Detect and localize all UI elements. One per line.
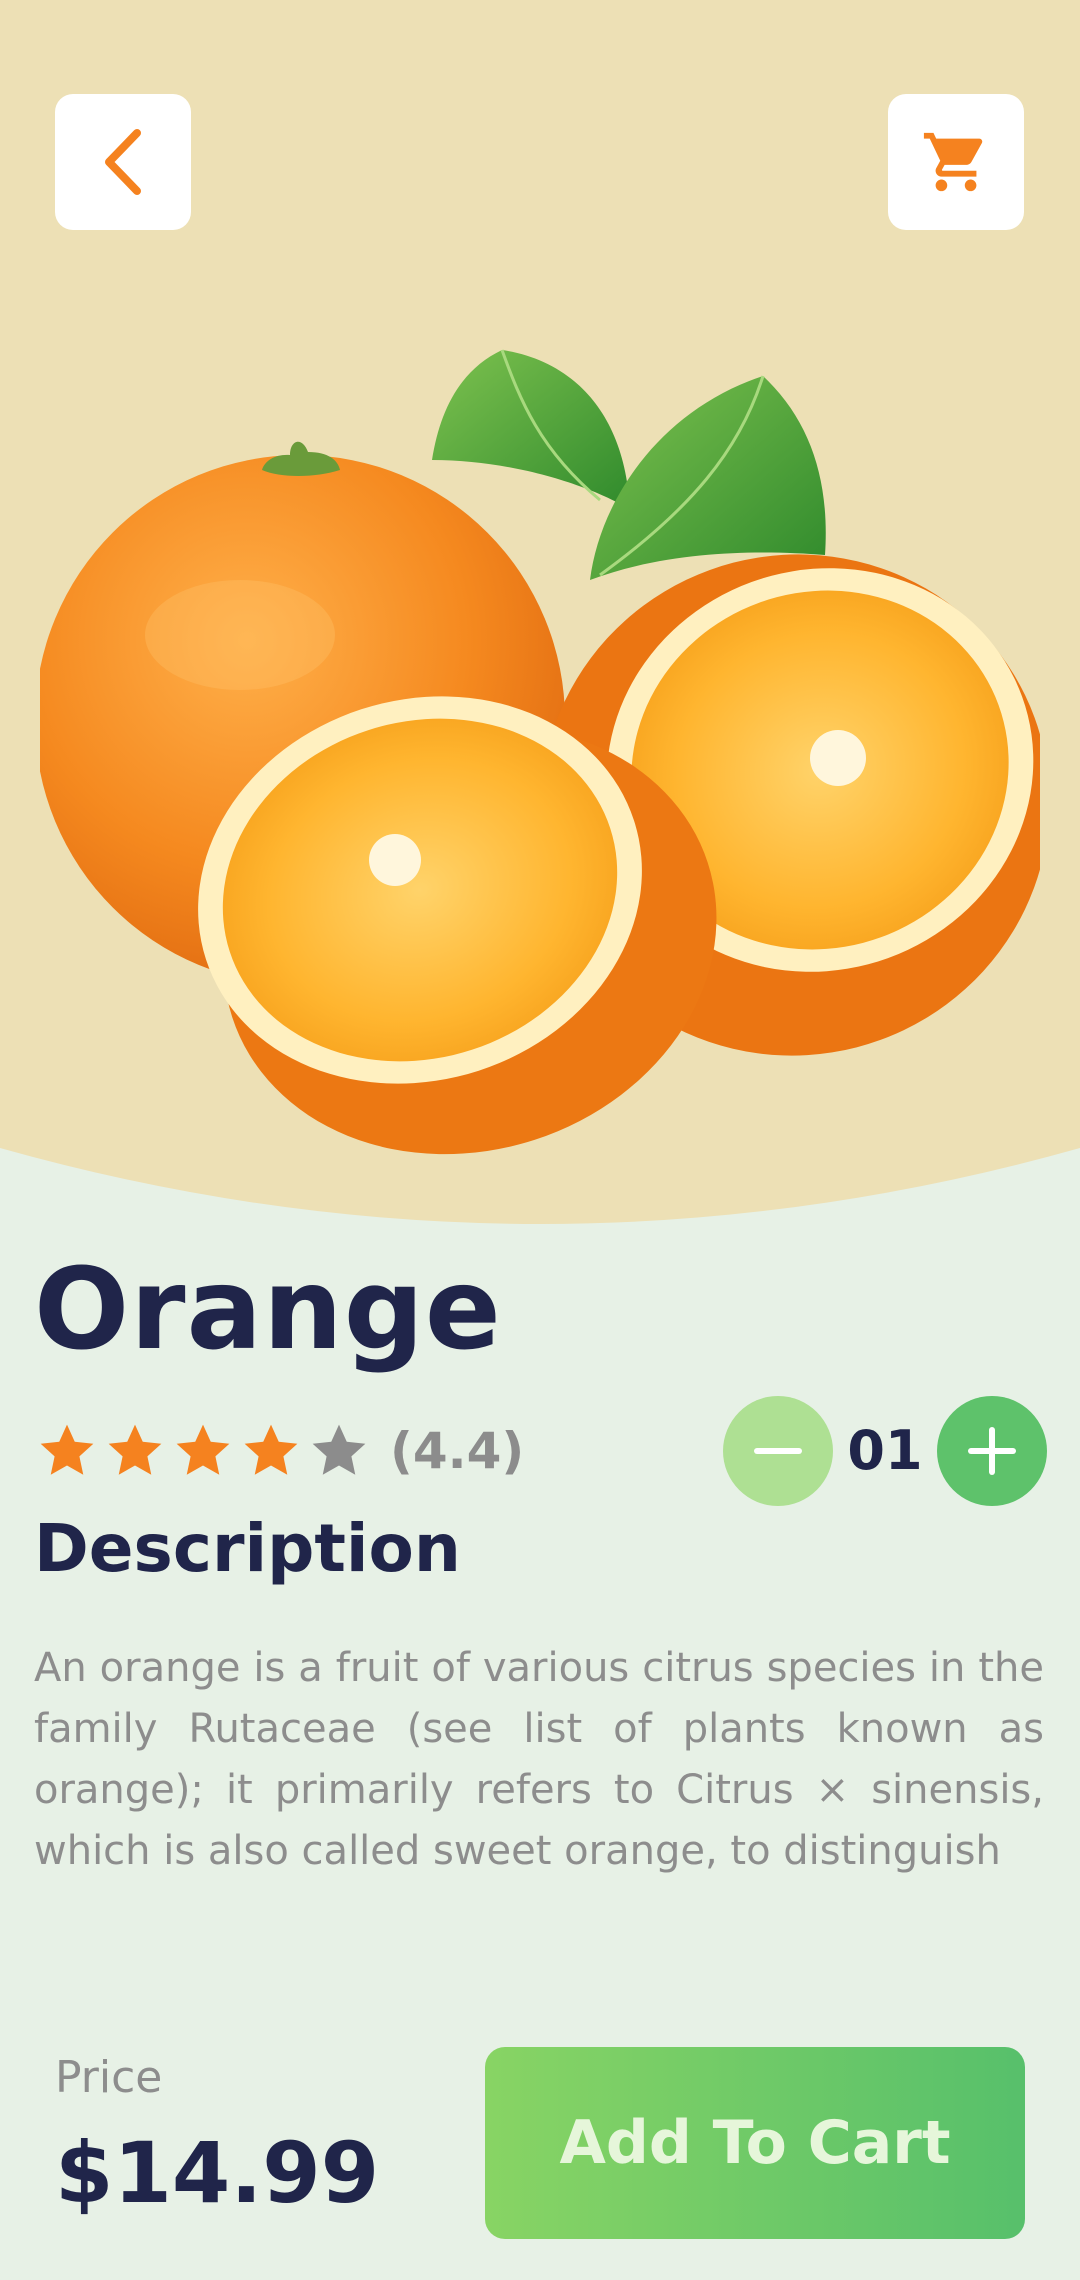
product-image bbox=[40, 349, 1040, 1155]
add-to-cart-button[interactable]: Add To Cart bbox=[485, 2047, 1025, 2239]
quantity-increase-button[interactable] bbox=[937, 1396, 1047, 1506]
description-text: An orange is a fruit of various citrus s… bbox=[34, 1645, 1044, 1874]
rating-value: (4.4) bbox=[390, 1422, 525, 1480]
quantity-value: 01 bbox=[847, 1419, 923, 1482]
description-heading: Description bbox=[34, 1510, 461, 1587]
shopping-cart-icon bbox=[923, 132, 983, 192]
cart-button[interactable] bbox=[888, 94, 1024, 230]
star-icon bbox=[244, 1424, 298, 1475]
back-button[interactable] bbox=[55, 94, 191, 230]
chevron-left-icon bbox=[105, 129, 141, 195]
star-empty-icon bbox=[312, 1424, 366, 1475]
rating: (4.4) bbox=[36, 1418, 524, 1484]
star-icon bbox=[108, 1424, 162, 1475]
minus-icon bbox=[754, 1448, 802, 1454]
quantity-decrease-button[interactable] bbox=[723, 1396, 833, 1506]
price-value: $14.99 bbox=[55, 2124, 380, 2222]
product-title: Orange bbox=[34, 1245, 502, 1375]
plus-icon bbox=[968, 1427, 1016, 1475]
star-icon bbox=[40, 1424, 94, 1475]
price-label: Price bbox=[55, 2052, 163, 2103]
star-icon bbox=[176, 1424, 230, 1475]
